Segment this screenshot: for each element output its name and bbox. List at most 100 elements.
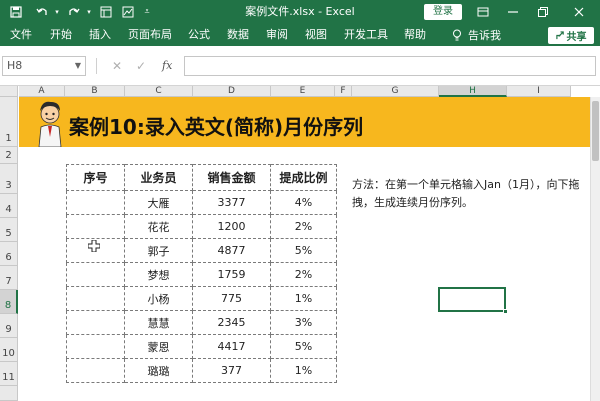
cell-commission-rate[interactable]: 5%: [270, 334, 337, 359]
save-icon[interactable]: [6, 0, 26, 24]
fill-handle[interactable]: [503, 309, 508, 314]
cell-salesperson[interactable]: 小杨: [124, 286, 193, 311]
name-box[interactable]: H8 ▼: [2, 56, 86, 76]
cell-salesperson[interactable]: 大雁: [124, 190, 193, 215]
cancel-entry-icon[interactable]: ✕: [112, 56, 122, 76]
cell-index[interactable]: [66, 214, 125, 239]
column-header-h[interactable]: H: [439, 86, 507, 97]
cell-commission-rate[interactable]: 2%: [270, 262, 337, 287]
tab-review[interactable]: 审阅: [266, 24, 288, 46]
cell-salesperson[interactable]: 梦想: [124, 262, 193, 287]
tab-page-layout[interactable]: 页面布局: [128, 24, 172, 46]
tell-me-search[interactable]: 告诉我: [452, 24, 501, 46]
tab-insert[interactable]: 插入: [89, 24, 111, 46]
tab-file[interactable]: 文件: [10, 24, 32, 46]
name-box-dropdown-icon[interactable]: ▼: [75, 57, 81, 75]
row-header-10[interactable]: 10: [0, 338, 18, 362]
chart-icon[interactable]: [118, 0, 138, 24]
minimize-icon[interactable]: [500, 0, 526, 24]
scrollbar-thumb[interactable]: [592, 101, 599, 161]
tab-formulas[interactable]: 公式: [188, 24, 210, 46]
cell-index[interactable]: [66, 262, 125, 287]
cell-commission-rate[interactable]: 5%: [270, 238, 337, 263]
header-salesperson[interactable]: 业务员: [124, 164, 193, 191]
divider: [96, 58, 97, 74]
title-banner: 案例10:录入英文(简称)月份序列: [19, 97, 590, 147]
cell-sales-amount[interactable]: 1759: [192, 262, 271, 287]
cell-commission-rate[interactable]: 1%: [270, 358, 337, 383]
share-button[interactable]: 共享: [548, 27, 594, 44]
ribbon-display-icon[interactable]: [470, 0, 496, 24]
row-header-1[interactable]: 1: [0, 97, 18, 147]
row-header-11[interactable]: 11: [0, 362, 18, 386]
column-header-b[interactable]: B: [65, 86, 125, 97]
header-index[interactable]: 序号: [66, 164, 125, 191]
column-header-c[interactable]: C: [125, 86, 193, 97]
cell-index[interactable]: [66, 310, 125, 335]
row-header-8[interactable]: 8: [0, 290, 18, 314]
cell-index[interactable]: [66, 334, 125, 359]
column-header-d[interactable]: D: [193, 86, 271, 97]
cell-salesperson[interactable]: 花花: [124, 214, 193, 239]
undo-dropdown-icon[interactable]: ▾: [52, 0, 62, 24]
row-header-4[interactable]: 4: [0, 194, 18, 218]
cell-sales-amount[interactable]: 377: [192, 358, 271, 383]
close-icon[interactable]: [566, 0, 592, 24]
tab-home[interactable]: 开始: [50, 24, 72, 46]
worksheet[interactable]: 案例10:录入英文(简称)月份序列 序号 业务员 销售金额 提成比例 大雁 33…: [19, 97, 590, 401]
cell-index[interactable]: [66, 190, 125, 215]
table-row: 梦想 1759 2%: [66, 262, 337, 287]
cell-salesperson[interactable]: 郭子: [124, 238, 193, 263]
header-commission-rate[interactable]: 提成比例: [270, 164, 337, 191]
cell-sales-amount[interactable]: 1200: [192, 214, 271, 239]
table-row: 花花 1200 2%: [66, 214, 337, 239]
confirm-entry-icon[interactable]: ✓: [136, 56, 146, 76]
restore-icon[interactable]: [530, 0, 556, 24]
login-button[interactable]: 登录: [424, 4, 462, 20]
select-all-corner[interactable]: [0, 86, 18, 97]
cell-sales-amount[interactable]: 775: [192, 286, 271, 311]
cell-sales-amount[interactable]: 3377: [192, 190, 271, 215]
cell-commission-rate[interactable]: 4%: [270, 190, 337, 215]
cell-salesperson[interactable]: 璐璐: [124, 358, 193, 383]
table-row: 小杨 775 1%: [66, 286, 337, 311]
cell-sales-amount[interactable]: 2345: [192, 310, 271, 335]
header-sales-amount[interactable]: 销售金额: [192, 164, 271, 191]
cell-commission-rate[interactable]: 3%: [270, 310, 337, 335]
cell-salesperson[interactable]: 慧慧: [124, 310, 193, 335]
row-header-9[interactable]: 9: [0, 314, 18, 338]
column-header-f[interactable]: F: [335, 86, 352, 97]
cell-index[interactable]: [66, 358, 125, 383]
row-header-12[interactable]: [0, 386, 18, 401]
tab-view[interactable]: 视图: [305, 24, 327, 46]
row-header-7[interactable]: 7: [0, 266, 18, 290]
tab-developer[interactable]: 开发工具: [344, 24, 388, 46]
cell-sales-amount[interactable]: 4877: [192, 238, 271, 263]
column-header-a[interactable]: A: [19, 86, 65, 97]
cell-commission-rate[interactable]: 1%: [270, 286, 337, 311]
cell-commission-rate[interactable]: 2%: [270, 214, 337, 239]
insert-function-icon[interactable]: fx: [162, 56, 172, 76]
banner-title: 案例10:录入英文(简称)月份序列: [69, 115, 364, 139]
customize-toolbar-icon[interactable]: ⩡: [140, 0, 154, 24]
redo-dropdown-icon[interactable]: ▾: [84, 0, 94, 24]
row-header-3[interactable]: 3: [0, 164, 18, 194]
form-icon[interactable]: [96, 0, 116, 24]
vertical-scrollbar[interactable]: [590, 97, 600, 401]
row-header-2[interactable]: 2: [0, 147, 18, 164]
column-header-g[interactable]: G: [352, 86, 439, 97]
active-cell-h8[interactable]: [438, 287, 508, 314]
formula-input[interactable]: [184, 56, 596, 76]
tab-help[interactable]: 帮助: [404, 24, 426, 46]
undo-icon[interactable]: [32, 0, 52, 24]
row-header-5[interactable]: 5: [0, 218, 18, 242]
redo-icon[interactable]: [64, 0, 84, 24]
table-row: 郭子 4877 5%: [66, 238, 337, 263]
column-header-e[interactable]: E: [271, 86, 335, 97]
cell-salesperson[interactable]: 蒙恩: [124, 334, 193, 359]
cell-index[interactable]: [66, 286, 125, 311]
tab-data[interactable]: 数据: [227, 24, 249, 46]
column-header-i[interactable]: I: [507, 86, 571, 97]
row-header-6[interactable]: 6: [0, 242, 18, 266]
cell-sales-amount[interactable]: 4417: [192, 334, 271, 359]
